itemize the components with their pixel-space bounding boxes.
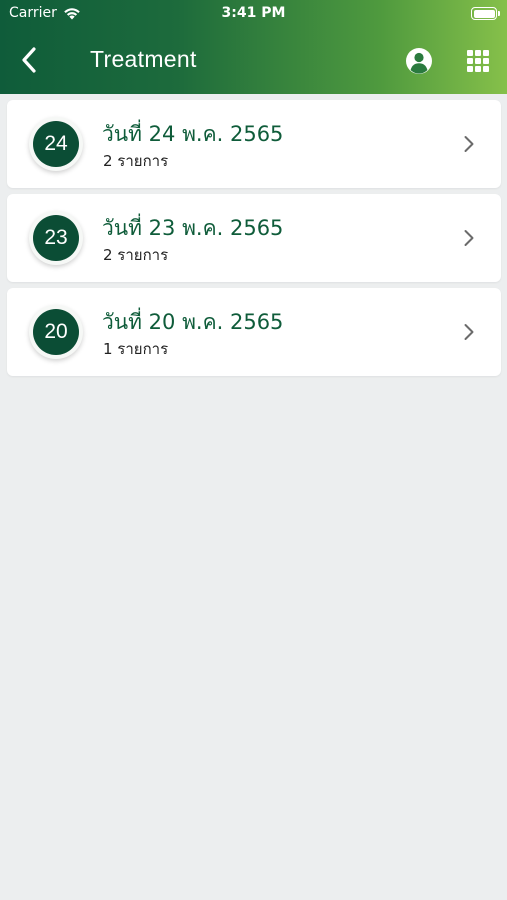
- treatment-list-item[interactable]: 20 วันที่ 20 พ.ค. 2565 1 รายการ: [7, 288, 501, 376]
- profile-button[interactable]: [404, 46, 434, 76]
- treatment-count: 2 รายการ: [103, 246, 169, 264]
- apps-menu-button[interactable]: [464, 47, 492, 75]
- chevron-right-icon: [464, 324, 474, 340]
- page-title: Treatment: [90, 46, 197, 72]
- treatment-date-title: วันที่ 20 พ.ค. 2565: [102, 310, 284, 334]
- treatment-list: 24 วันที่ 24 พ.ค. 2565 2 รายการ 23 วันที…: [7, 100, 501, 382]
- treatment-date-title: วันที่ 23 พ.ค. 2565: [102, 216, 284, 240]
- date-badge-day: 24: [33, 121, 79, 167]
- status-bar: Carrier 3:41 PM: [0, 0, 507, 28]
- chevron-left-icon: [22, 47, 36, 73]
- date-badge: 23: [29, 211, 83, 265]
- battery-icon: [471, 7, 500, 20]
- treatment-date-title: วันที่ 24 พ.ค. 2565: [102, 122, 284, 146]
- treatment-list-item[interactable]: 24 วันที่ 24 พ.ค. 2565 2 รายการ: [7, 100, 501, 188]
- treatment-count: 1 รายการ: [103, 340, 169, 358]
- date-badge: 24: [29, 117, 83, 171]
- treatment-list-item[interactable]: 23 วันที่ 23 พ.ค. 2565 2 รายการ: [7, 194, 501, 282]
- chevron-right-icon: [464, 230, 474, 246]
- user-circle-icon: [406, 48, 432, 74]
- date-badge-day: 20: [33, 309, 79, 355]
- back-button[interactable]: [14, 44, 44, 76]
- treatment-count: 2 รายการ: [103, 152, 169, 170]
- navigation-bar: Treatment: [0, 28, 507, 94]
- grid-icon: [467, 50, 489, 72]
- date-badge-day: 23: [33, 215, 79, 261]
- app-header: Carrier 3:41 PM Treatment: [0, 0, 507, 94]
- date-badge: 20: [29, 305, 83, 359]
- status-time: 3:41 PM: [221, 5, 286, 21]
- chevron-right-icon: [464, 136, 474, 152]
